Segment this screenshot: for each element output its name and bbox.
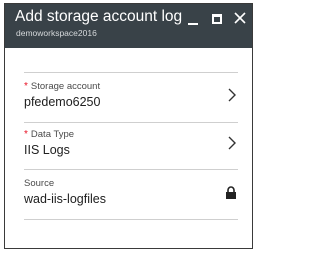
source-field: Source wad-iis-logfiles: [24, 178, 238, 216]
blade-subtitle: demoworkspace2016: [16, 28, 97, 38]
storage-account-label-text: Storage account: [30, 81, 101, 92]
data-type-value: IIS Logs: [24, 143, 70, 157]
chevron-right-icon[interactable]: [227, 134, 237, 152]
storage-account-label: * Storage account: [24, 81, 100, 92]
blade-header: Add storage account log demoworkspace201…: [5, 4, 252, 48]
source-value: wad-iis-logfiles: [24, 192, 106, 206]
divider: [24, 169, 238, 170]
blade-title: Add storage account log: [15, 8, 183, 25]
minimize-icon[interactable]: [186, 12, 200, 26]
divider: [24, 122, 238, 123]
add-storage-account-log-blade: Add storage account log demoworkspace201…: [4, 3, 253, 249]
storage-account-value: pfedemo6250: [24, 95, 101, 109]
data-type-label: * Data Type: [24, 129, 74, 140]
close-icon[interactable]: [233, 9, 247, 25]
chevron-right-icon[interactable]: [227, 86, 237, 104]
data-type-field[interactable]: * Data Type IIS Logs: [24, 129, 238, 167]
storage-account-field[interactable]: * Storage account pfedemo6250: [24, 81, 238, 119]
data-type-label-text: Data Type: [30, 129, 75, 140]
maximize-icon[interactable]: [210, 12, 224, 26]
source-label: Source: [24, 178, 55, 189]
required-marker: *: [24, 81, 28, 92]
lock-icon: [225, 186, 237, 200]
divider: [24, 219, 238, 220]
divider: [24, 72, 238, 73]
required-marker: *: [24, 129, 28, 140]
